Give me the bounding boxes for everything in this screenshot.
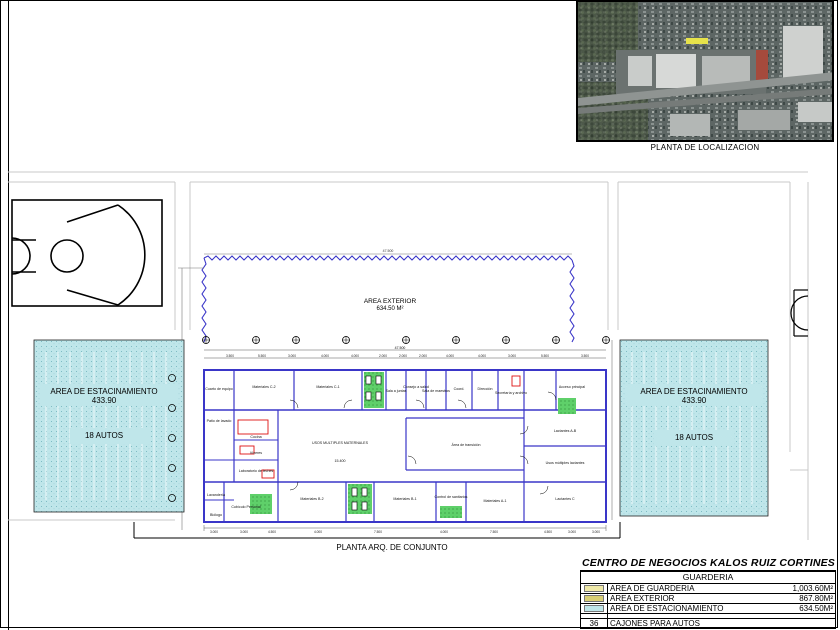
bottom-dim-4: 7.500 [374,530,382,534]
top-dim-7: 2.000 [419,354,427,358]
room-area-transicion: Área de transición [452,443,481,447]
room-control-sanitario: Control de sanitarios [435,495,468,499]
room-materiales-b1: Materiales B-1 [393,497,416,501]
row-value: 634.50M² [772,603,836,614]
row-label: AREA DE ESTACIONAMIENTO [607,603,773,614]
room-sala-juntas: Sala a juntas [386,389,407,393]
bottom-dim-7: 4.500 [544,530,552,534]
exterior-swatch [584,595,604,602]
table-row: 36 CAJONES PARA AUTOS [580,618,836,629]
bottom-dim-1: 3.000 [240,530,248,534]
room-usos-multiples: USOS MULTIPLES MATERNALES [312,441,369,445]
swatch-cell [580,583,608,594]
room-lactantes-ab: Lactantes A-B [554,429,577,433]
column-axis-markers [168,336,610,502]
exterior-area-boundary [203,255,573,261]
swatch-cell [580,603,608,614]
room-lactantes-c: Lactantes C [555,497,575,501]
cars-label: CAJONES PARA AUTOS [607,618,836,629]
left-parking-label: AREA DE ESTACINAMIENTO [50,387,157,396]
project-title: CENTRO DE NEGOCIOS KALOS RUIZ CORTINES [580,557,836,571]
row-value: 1,003.60M² [772,583,836,594]
summary-table: CENTRO DE NEGOCIOS KALOS RUIZ CORTINES G… [580,556,836,629]
table-row: AREA EXTERIOR 867.80M² [580,593,836,604]
row-label: AREA DE GUARDERIA [607,583,773,594]
top-dim-2: 3.000 [288,354,296,358]
room-laboratorio: Laboratorio de leches [239,469,274,473]
room-coord: Coord. [454,387,465,391]
room-center-dim: 15.400 [335,459,346,463]
bottom-dim-5: 7.500 [490,530,498,534]
right-parking-area: AREA DE ESTACINAMIENTO 433.90 18 AUTOS [619,339,769,517]
room-patio-lavado: Patio de lavado [207,419,232,423]
top-dim-3: 4.000 [321,354,329,358]
parking-swatch [584,605,604,612]
room-materiales-c1: Materiales C-1 [316,385,339,389]
right-parking-label: AREA DE ESTACINAMIENTO [640,387,747,396]
plan-caption: PLANTA ARQ. DE CONJUNTO [336,543,447,552]
row-value: 867.80M² [772,593,836,604]
top-dim-11: 5.500 [541,354,549,358]
table-row: AREA DE GUARDERIA 1,003.60M² [580,583,836,594]
room-direccion: Dirección [478,387,493,391]
room-cuarto-equipo: Cuarto de equipo [205,387,233,391]
room-cubiculo: Cubículo Personal [231,505,261,509]
table-subtitle: GUARDERIA [580,571,836,584]
left-parking-value: 433.90 [92,396,117,405]
guarderia-swatch [584,585,604,592]
top-dim-1: 5.500 [258,354,266,358]
room-biologo: Biólogo [210,513,222,517]
area-table: GUARDERIA AREA DE GUARDERIA 1,003.60M² A… [580,571,836,629]
right-parking-value: 433.90 [682,396,707,405]
exterior-area-value: 634.50 M² [376,306,403,312]
row-label: AREA EXTERIOR [607,593,773,604]
top-dim-0: 3.500 [226,354,234,358]
left-parking-cars: 18 AUTOS [85,431,123,440]
room-materiales-c2: Materiales C-2 [252,385,275,389]
room-cocina: Cocina [250,435,261,439]
bottom-dim-2: 4.500 [268,530,276,534]
top-dim-5: 2.000 [379,354,387,358]
room-usos-lactantes: Usos múltiples lactantes [546,461,585,465]
top-dim-4: 4.000 [351,354,359,358]
room-materiales-b2: Materiales B-2 [300,497,323,501]
room-viveres: Víveres [250,451,262,455]
top-dim-9: 4.000 [478,354,486,358]
bottom-dim-3: 4.000 [314,530,322,534]
top-dim-10: 3.000 [508,354,516,358]
top-dim-12: 3.500 [581,354,589,358]
table-subtitle-row: GUARDERIA [580,571,836,584]
left-parking-area: AREA DE ESTACINAMIENTO 433.90 18 AUTOS [33,339,185,513]
table-row: AREA DE ESTACIONAMIENTO 634.50M² [580,603,836,614]
top-dimension-total: 47.500 [395,346,406,350]
cars-count: 36 [580,618,608,629]
top-dim-6: 2.000 [399,354,407,358]
bottom-dim-0: 3.000 [210,530,218,534]
bottom-dim-6: 4.000 [440,530,448,534]
right-parking-cars: 18 AUTOS [675,433,713,442]
room-sala-maestros: Sala de maestros [422,389,450,393]
bottom-dimension-values: 3.000 3.000 4.500 4.000 7.500 7.500 4.00… [210,530,600,534]
room-lavanderia: Lavandería [207,493,225,497]
bottom-dim-8: 3.000 [568,530,576,534]
basketball-court [11,199,163,307]
room-acceso: Acceso principal [559,385,585,389]
right-court-fragment [790,289,809,337]
top-dim-8: 4.000 [446,354,454,358]
room-materiales-a1: Materiales A-1 [484,499,507,503]
exterior-dimension: 47.500 [383,249,394,253]
swatch-cell [580,593,608,604]
room-secretaria: Secretaría y archivo [495,391,527,395]
exterior-area-label: AREA EXTERIOR [364,298,417,305]
bottom-dim-9: 3.000 [592,530,600,534]
top-dimension-values: 3.500 5.500 3.000 4.000 4.000 2.000 2.00… [226,354,589,358]
site-plan: 47.500 AREA EXTERIOR 634.50 M² AREA DE E… [8,171,809,552]
